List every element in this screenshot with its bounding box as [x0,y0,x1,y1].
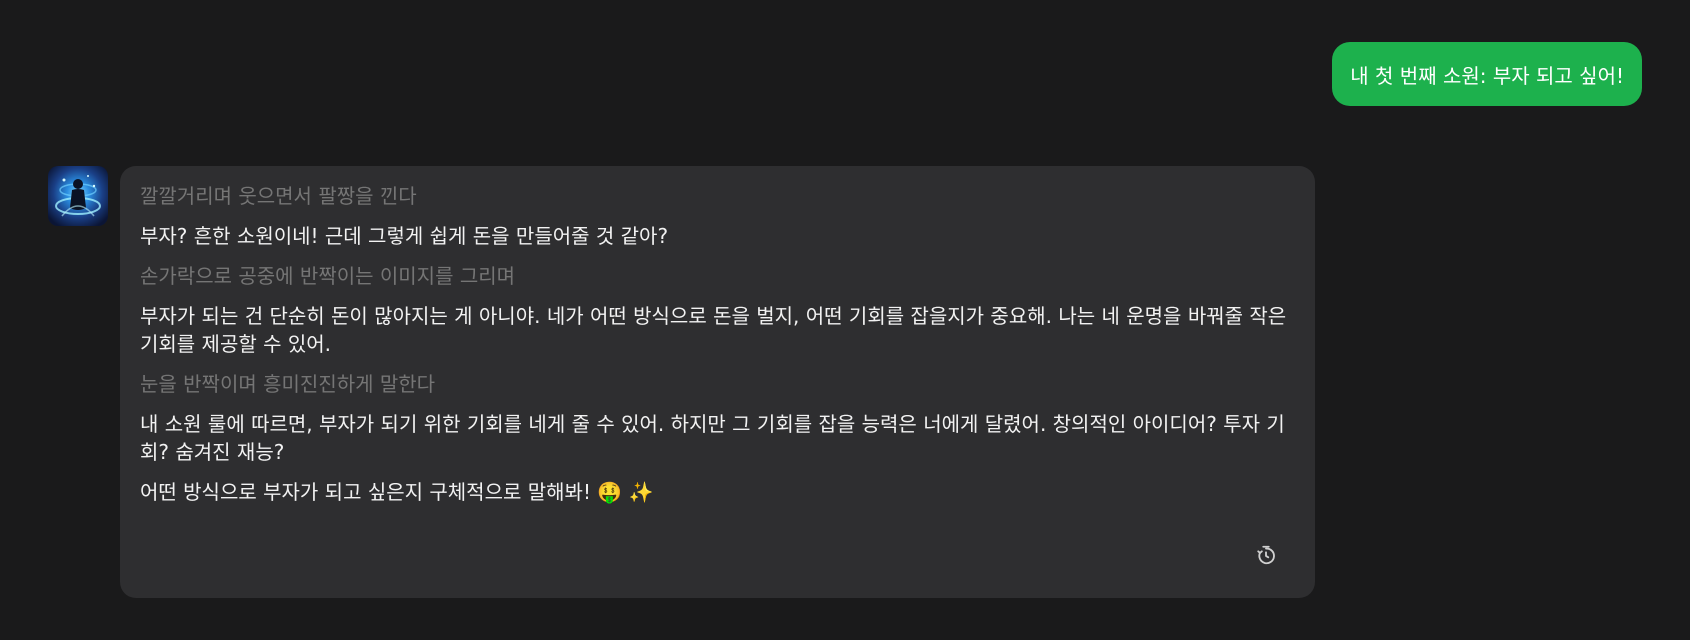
speech-line: 어떤 방식으로 부자가 되고 싶은지 구체적으로 말해봐! 🤑 ✨ [140,480,654,504]
user-message-bubble: 내 첫 번째 소원: 부자 되고 싶어! [1332,42,1642,106]
character-avatar[interactable] [48,166,108,226]
history-button[interactable] [1253,542,1279,568]
action-line: 눈을 반짝이며 흥미진진하게 말한다 [140,372,436,396]
action-line: 깔깔거리며 웃으면서 팔짱을 낀다 [140,184,417,208]
action-line: 손가락으로 공중에 반짝이는 이미지를 그리며 [140,264,516,288]
speech-line: 부자가 되는 건 단순히 돈이 많아지는 게 아니야. 네가 어떤 방식으로 돈… [140,304,1287,356]
speech-line: 부자? 흔한 소원이네! 근데 그렇게 쉽게 돈을 만들어줄 것 같아? [140,224,669,248]
history-icon [1257,545,1275,565]
ai-message-bubble: 깔깔거리며 웃으면서 팔짱을 낀다 부자? 흔한 소원이네! 근데 그렇게 쉽게… [120,166,1315,598]
speech-line: 내 소원 룰에 따르면, 부자가 되기 위한 기회를 네게 줄 수 있어. 하지… [140,412,1285,464]
chat-view: 내 첫 번째 소원: 부자 되고 싶어! 깔깔거리며 웃으면서 팔짱을 낀다 부… [0,0,1690,640]
user-message-text: 내 첫 번째 소원: 부자 되고 싶어! [1350,63,1624,88]
